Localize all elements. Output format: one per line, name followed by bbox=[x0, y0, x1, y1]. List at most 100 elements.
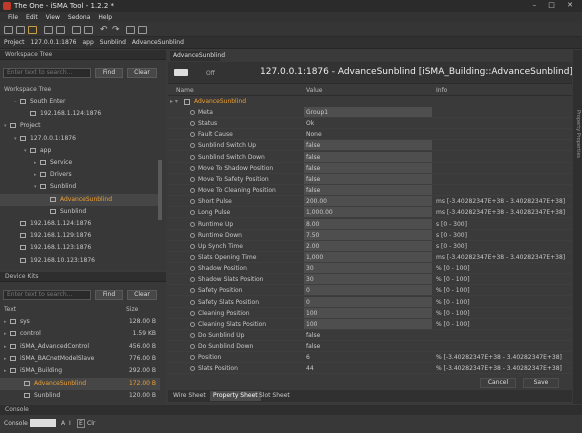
property-value[interactable]: false bbox=[304, 151, 432, 162]
tree-item[interactable]: ▾ 127.0.0.1:1876 bbox=[0, 133, 160, 145]
console-input[interactable] bbox=[30, 419, 56, 427]
property-value[interactable]: 100 bbox=[304, 318, 432, 329]
property-value[interactable]: 0 bbox=[304, 285, 432, 296]
property-value[interactable]: 1,000.00 bbox=[304, 207, 432, 218]
expand-icon[interactable]: ▸ ▾ bbox=[170, 96, 178, 107]
folder-icon[interactable] bbox=[28, 26, 37, 34]
devicekit-row[interactable]: AdvanceSunblind 172.00 B bbox=[0, 377, 160, 390]
property-row[interactable]: Slats Position 44 % [-3.40282347E+38 - 3.4… bbox=[168, 363, 572, 375]
property-value[interactable]: false bbox=[304, 162, 432, 173]
property-row[interactable]: Sunblind Switch Down false bbox=[168, 151, 572, 163]
tree-item[interactable]: Sunblind bbox=[0, 206, 160, 218]
open-icon[interactable] bbox=[16, 26, 25, 34]
property-row[interactable]: Do Sunblind Down false bbox=[168, 341, 572, 353]
workspace-find-button[interactable]: Find bbox=[95, 68, 123, 78]
property-row[interactable]: Sunblind Switch Up false bbox=[168, 140, 572, 152]
property-value[interactable]: false bbox=[304, 173, 432, 184]
breadcrumb-item[interactable]: Sunblind bbox=[100, 39, 126, 46]
property-row[interactable]: Meta Group1 bbox=[168, 107, 572, 118]
property-value[interactable]: false bbox=[304, 330, 432, 340]
property-row[interactable]: Shadow Position 30 % [0 - 100] bbox=[168, 263, 572, 275]
delete-icon[interactable] bbox=[84, 26, 93, 34]
property-value[interactable]: 6 bbox=[304, 352, 432, 362]
workspace-scrollbar[interactable] bbox=[158, 160, 162, 220]
menu-item-sedona[interactable]: Sedona bbox=[68, 14, 90, 21]
tree-item[interactable]: 192.168.1.123:1876 bbox=[0, 242, 160, 254]
devicekit-row[interactable]: Sunblind 120.00 B bbox=[0, 390, 160, 402]
console-e-button[interactable]: E bbox=[77, 419, 85, 428]
root-row[interactable]: ▸ ▾ AdvanceSunblind bbox=[168, 96, 572, 107]
property-row[interactable]: Shadow Slats Position 30 % [0 - 100] bbox=[168, 274, 572, 286]
breadcrumb-item[interactable]: Project bbox=[4, 39, 25, 46]
property-row[interactable]: Status Ok bbox=[168, 118, 572, 130]
property-value[interactable]: 30 bbox=[304, 263, 432, 274]
property-row[interactable]: Safety Slats Position 0 % [0 - 100] bbox=[168, 296, 572, 308]
property-row[interactable]: Cleaning Slats Position 100 % [0 - 100] bbox=[168, 318, 572, 330]
property-value[interactable]: 30 bbox=[304, 274, 432, 285]
tree-item[interactable]: 192.168.1.124:1876 bbox=[0, 218, 160, 230]
paste-icon[interactable] bbox=[138, 26, 147, 34]
tree-item[interactable]: ▾ Project bbox=[0, 120, 160, 132]
property-row[interactable]: Runtime Down 7.50 s [0 - 300] bbox=[168, 229, 572, 241]
devicekits-clear-button[interactable]: Clear bbox=[127, 290, 157, 300]
property-value[interactable]: Group1 bbox=[304, 107, 432, 117]
breadcrumb-item[interactable]: app bbox=[82, 39, 93, 46]
window-controls[interactable]: – □ ✕ bbox=[533, 1, 578, 9]
cancel-button[interactable]: Cancel bbox=[480, 378, 516, 388]
property-row[interactable]: Position 6 % [-3.40282347E+38 - 3.40282347… bbox=[168, 352, 572, 364]
breadcrumb-item[interactable]: 127.0.0.1:1876 bbox=[31, 39, 77, 46]
devicekits-find-button[interactable]: Find bbox=[95, 290, 123, 300]
console-i-button[interactable]: I bbox=[69, 420, 71, 427]
bottom-tab-slot-sheet[interactable]: Slot Sheet bbox=[256, 391, 293, 401]
side-tab-label[interactable]: Property Properties bbox=[575, 110, 581, 158]
property-value[interactable]: 200.00 bbox=[304, 196, 432, 207]
property-row[interactable]: Move To Cleaning Position false bbox=[168, 185, 572, 197]
property-value[interactable]: 0 bbox=[304, 296, 432, 307]
property-value[interactable]: 2.00 bbox=[304, 240, 432, 251]
redo-icon[interactable]: ↷ bbox=[112, 25, 120, 35]
property-value[interactable]: false bbox=[304, 140, 432, 151]
tree-item[interactable]: ▾ app bbox=[0, 145, 160, 157]
property-value[interactable]: 44 bbox=[304, 363, 432, 373]
devicekit-row[interactable]: ▸ iSMA_BACnetModelSlave 776.00 B bbox=[0, 353, 160, 365]
tree-item[interactable]: ▾ Sunblind bbox=[0, 181, 160, 193]
breadcrumb-item[interactable]: AdvanceSunblind bbox=[132, 39, 184, 46]
property-row[interactable]: Up Synch Time 2.00 s [0 - 300] bbox=[168, 240, 572, 252]
devicekit-row[interactable]: ▸ control 1.59 KB bbox=[0, 328, 160, 340]
property-row[interactable]: Long Pulse 1,000.00 ms [-3.40282347E+38 - … bbox=[168, 207, 572, 219]
property-value[interactable]: false bbox=[304, 185, 432, 196]
property-row[interactable]: Short Pulse 200.00 ms [-3.40282347E+38 - 3… bbox=[168, 196, 572, 208]
workspace-search-input[interactable]: Enter text to search... bbox=[3, 68, 91, 78]
tree-item[interactable]: ▸ Drivers bbox=[0, 169, 160, 181]
property-row[interactable]: Safety Position 0 % [0 - 100] bbox=[168, 285, 572, 297]
tree-item[interactable]: – South Enter bbox=[0, 96, 160, 108]
tree-item[interactable]: AdvanceSunblind bbox=[0, 193, 160, 206]
bottom-tab-property-sheet[interactable]: Property Sheet bbox=[210, 391, 261, 401]
save-all-icon[interactable] bbox=[56, 26, 65, 34]
editor-tab[interactable]: AdvanceSunblind bbox=[170, 51, 225, 61]
save-icon[interactable] bbox=[44, 26, 53, 34]
devicekit-row[interactable]: ▸ iSMA_Building 292.00 B bbox=[0, 365, 160, 377]
undo-icon[interactable]: ↶ bbox=[100, 25, 108, 35]
tree-item[interactable]: 192.168.1.129:1876 bbox=[0, 230, 160, 242]
property-value[interactable]: Ok bbox=[304, 118, 432, 128]
menu-item-file[interactable]: File bbox=[8, 14, 18, 21]
property-row[interactable]: Fault Cause None bbox=[168, 129, 572, 141]
property-value[interactable]: 7.50 bbox=[304, 229, 432, 240]
property-row[interactable]: Do Sunblind Up false bbox=[168, 330, 572, 341]
devicekit-row[interactable]: ▸ iSMA_AdvancedControl 456.00 B bbox=[0, 341, 160, 353]
property-row[interactable]: Move To Safety Position false bbox=[168, 173, 572, 185]
property-row[interactable]: Cleaning Position 100 % [0 - 100] bbox=[168, 307, 572, 319]
devicekits-search-input[interactable]: Enter text to search... bbox=[3, 290, 91, 300]
workspace-clear-button[interactable]: Clear bbox=[127, 68, 157, 78]
property-value[interactable]: None bbox=[304, 129, 432, 139]
new-icon[interactable] bbox=[4, 26, 13, 34]
tree-item[interactable]: ▸ Service bbox=[0, 157, 160, 169]
property-value[interactable]: 1,000 bbox=[304, 251, 432, 262]
console-a-button[interactable]: A bbox=[61, 420, 65, 427]
console-clr-button[interactable]: Clr bbox=[87, 420, 95, 427]
property-row[interactable]: Move To Shadow Position false bbox=[168, 162, 572, 174]
menu-item-help[interactable]: Help bbox=[98, 14, 112, 21]
devicekit-row[interactable]: ▸ sys 128.00 B bbox=[0, 316, 160, 328]
save-button[interactable]: Save bbox=[523, 378, 559, 388]
